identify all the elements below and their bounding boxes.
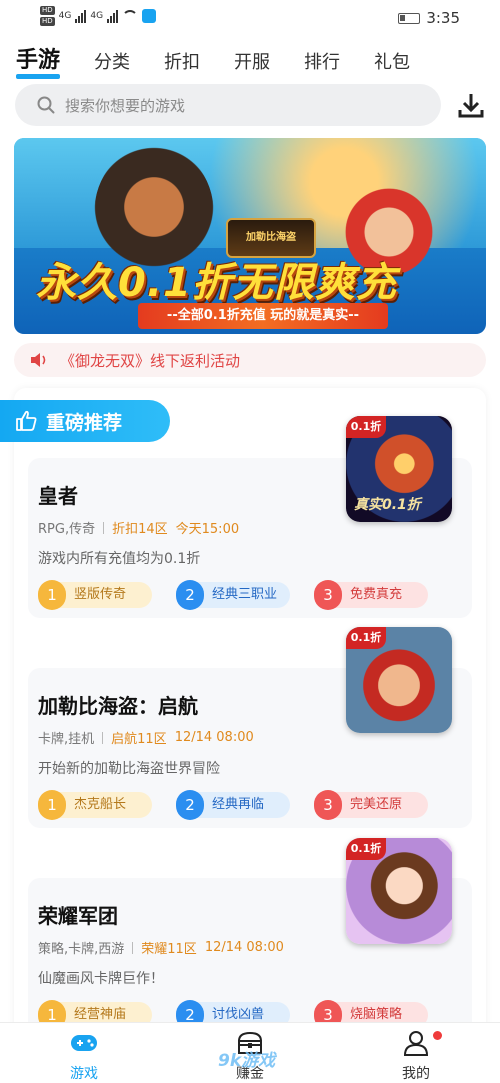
game-meta: RPG,传奇 折扣14区 今天15:00 bbox=[38, 518, 239, 537]
speaker-icon bbox=[31, 353, 46, 367]
search-input[interactable]: 搜索你想要的游戏 bbox=[15, 84, 441, 126]
nav-games[interactable]: 游戏 bbox=[44, 1029, 124, 1083]
tag-label: 烧脑策略 bbox=[350, 1007, 403, 1022]
game-description: 仙魔画风卡牌巨作！ bbox=[38, 971, 164, 987]
tag-label: 竖版传奇 bbox=[74, 587, 127, 602]
thumbs-up-icon bbox=[16, 410, 37, 431]
game-tag: 2 经典三职业 bbox=[176, 580, 290, 610]
download-button[interactable] bbox=[456, 90, 486, 120]
status-right: 3:35 bbox=[398, 9, 460, 27]
game-tag: 3 免费真充 bbox=[314, 580, 428, 610]
announcement-bar[interactable]: 《御龙无双》线下返利活动 bbox=[14, 343, 486, 377]
game-tags: 1 竖版传奇 2 经典三职业 3 免费真充 bbox=[38, 580, 428, 610]
discount-badge: 0.1折 bbox=[346, 627, 386, 649]
server-open-time: 12/14 08:00 bbox=[174, 730, 254, 745]
server-open-time: 12/14 08:00 bbox=[204, 940, 284, 955]
divider bbox=[102, 731, 104, 744]
game-server: 启航11区 bbox=[111, 732, 167, 747]
game-icon[interactable]: 0.1折 bbox=[346, 838, 452, 944]
game-name: 加勒比海盗：启航 bbox=[38, 694, 198, 718]
game-tag: 1 竖版传奇 bbox=[38, 580, 152, 610]
top-tabs: 手游 分类 折扣 开服 排行 礼包 bbox=[16, 42, 410, 79]
tag-number: 3 bbox=[314, 580, 342, 610]
search-icon bbox=[37, 96, 55, 114]
divider bbox=[103, 521, 105, 534]
announcement-text: 《御龙无双》线下返利活动 bbox=[60, 351, 241, 370]
game-icon[interactable]: 0.1折 bbox=[346, 627, 452, 733]
tag-label: 杰克船长 bbox=[74, 797, 127, 812]
status-bar: HD HD 4G 4G 3:35 bbox=[0, 0, 500, 36]
notification-dot bbox=[433, 1031, 442, 1040]
divider bbox=[132, 941, 134, 954]
game-tag: 3 完美还原 bbox=[314, 790, 428, 820]
section-title-text: 重磅推荐 bbox=[46, 411, 123, 434]
tab-category[interactable]: 分类 bbox=[94, 48, 130, 74]
discount-badge: 0.1折 bbox=[346, 838, 386, 860]
hd-badge: HD bbox=[40, 6, 55, 15]
signal-icon bbox=[75, 9, 87, 23]
nav-label: 我的 bbox=[402, 1066, 430, 1082]
gamepad-icon bbox=[71, 1035, 97, 1051]
game-name: 荣耀军团 bbox=[38, 904, 118, 928]
wifi-icon bbox=[122, 10, 139, 22]
game-description: 游戏内所有充值均为0.1折 bbox=[38, 551, 201, 567]
game-meta: 策略,卡牌,西游 荣耀11区 12/14 08:00 bbox=[38, 938, 284, 957]
hd-badge: HD bbox=[40, 17, 55, 26]
site-watermark: 9k游戏 bbox=[218, 1051, 276, 1071]
tag-number: 1 bbox=[38, 580, 66, 610]
tab-server-open[interactable]: 开服 bbox=[234, 48, 270, 74]
status-time: 3:35 bbox=[426, 9, 460, 27]
game-server: 折扣14区 bbox=[112, 522, 168, 537]
game-genre: 卡牌,挂机 bbox=[38, 732, 95, 747]
game-tag: 1 杰克船长 bbox=[38, 790, 152, 820]
tag-label: 经营神庙 bbox=[74, 1007, 127, 1022]
nav-profile[interactable]: 我的 bbox=[376, 1029, 456, 1083]
game-genre: 策略,卡牌,西游 bbox=[38, 942, 125, 957]
game-tag: 2 经典再临 bbox=[176, 790, 290, 820]
download-icon bbox=[458, 94, 484, 118]
tag-number: 3 bbox=[314, 790, 342, 820]
tag-number: 1 bbox=[38, 790, 66, 820]
tag-label: 经典再临 bbox=[212, 797, 265, 812]
game-server: 荣耀11区 bbox=[141, 942, 197, 957]
game-tags: 1 杰克船长 2 经典再临 3 完美还原 bbox=[38, 790, 428, 820]
tag-label: 讨伐凶兽 bbox=[212, 1007, 265, 1022]
banner-ribbon: --全部0.1折充值 玩的就是真实-- bbox=[138, 303, 388, 329]
network-label: 4G bbox=[58, 11, 72, 21]
tab-discount[interactable]: 折扣 bbox=[164, 48, 200, 74]
status-left: HD HD 4G 4G bbox=[40, 6, 157, 26]
tab-ranking[interactable]: 排行 bbox=[304, 48, 340, 74]
section-title: 重磅推荐 bbox=[0, 400, 170, 442]
tab-gift[interactable]: 礼包 bbox=[374, 48, 410, 74]
network-label: 4G bbox=[90, 11, 104, 21]
server-open-time: 今天15:00 bbox=[175, 522, 240, 537]
notification-app-icon bbox=[142, 9, 157, 23]
tag-label: 经典三职业 bbox=[212, 587, 278, 602]
signal-icon bbox=[107, 9, 119, 23]
user-icon bbox=[403, 1031, 429, 1056]
icon-caption: 真实0.1折 bbox=[354, 497, 421, 513]
promo-banner[interactable]: 加勒比海盗 永久0.1折无限爽充 --全部0.1折充值 玩的就是真实-- bbox=[14, 138, 486, 334]
tag-number: 2 bbox=[176, 580, 204, 610]
game-description: 开始新的加勒比海盗世界冒险 bbox=[38, 761, 220, 777]
game-genre: RPG,传奇 bbox=[38, 522, 96, 537]
discount-badge: 0.1折 bbox=[346, 416, 386, 438]
battery-icon bbox=[398, 12, 421, 24]
tag-label: 完美还原 bbox=[350, 797, 403, 812]
tag-label: 免费真充 bbox=[350, 587, 403, 602]
hd-indicators: HD HD bbox=[40, 6, 55, 26]
tab-mobile-games[interactable]: 手游 bbox=[16, 42, 61, 79]
banner-headline: 永久0.1折无限爽充 bbox=[36, 260, 397, 306]
game-meta: 卡牌,挂机 启航11区 12/14 08:00 bbox=[38, 728, 254, 747]
search-placeholder: 搜索你想要的游戏 bbox=[65, 96, 186, 115]
tag-number: 2 bbox=[176, 790, 204, 820]
game-name: 皇者 bbox=[38, 484, 78, 508]
nav-label: 游戏 bbox=[70, 1066, 98, 1082]
game-icon[interactable]: 0.1折 真实0.1折 bbox=[346, 416, 452, 522]
